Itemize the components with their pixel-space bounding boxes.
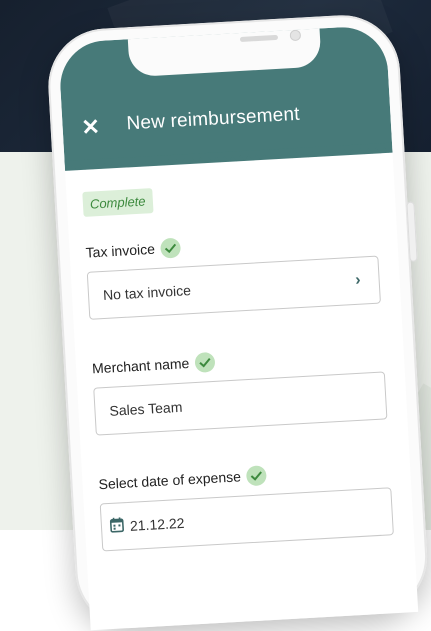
tax-invoice-select[interactable]: No tax invoice › [87,256,381,320]
check-icon [160,238,181,259]
merchant-name-label: Merchant name [92,355,190,376]
phone-screen: ✕ New reimbursement Complete Tax invoice… [58,25,418,630]
tax-invoice-label-row: Tax invoice [85,239,181,264]
form-content: Complete Tax invoice No tax invoice › Me… [82,175,378,192]
expense-date-value: 21.12.22 [130,515,185,534]
calendar-icon [109,516,124,533]
expense-date-label-row: Select date of expense [98,466,267,495]
speaker-grille [240,35,278,42]
close-icon[interactable]: ✕ [80,117,101,138]
check-icon [246,465,267,486]
merchant-name-label-row: Merchant name [92,353,216,380]
merchant-name-input[interactable]: Sales Team [93,371,387,435]
chevron-right-icon: › [355,272,361,290]
tax-invoice-label: Tax invoice [85,241,155,261]
check-icon [195,352,216,373]
expense-date-label: Select date of expense [98,468,241,492]
tax-invoice-value: No tax invoice [103,282,192,303]
merchant-name-value: Sales Team [109,399,183,419]
expense-date-picker[interactable]: 21.12.22 [100,487,394,551]
page-title: New reimbursement [126,104,300,136]
status-badge: Complete [82,188,153,217]
front-camera [290,30,302,42]
phone-mockup: ✕ New reimbursement Complete Tax invoice… [45,12,430,631]
